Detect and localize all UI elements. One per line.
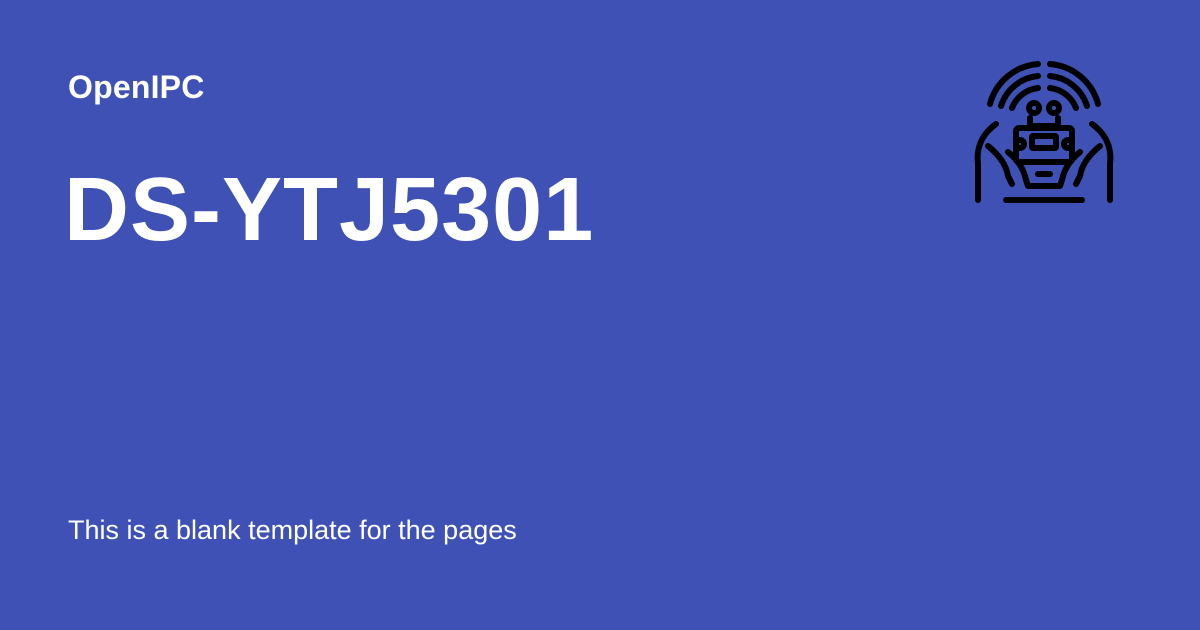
page-description: This is a blank template for the pages [68, 515, 517, 545]
site-logo [968, 56, 1120, 208]
page-title: DS-YTJ5301 [64, 160, 595, 260]
social-card: OpenIPC DS-YTJ5301 This is a blank templ… [0, 0, 1200, 630]
hands-holding-device-icon [974, 61, 1114, 203]
site-name: OpenIPC [68, 69, 205, 105]
